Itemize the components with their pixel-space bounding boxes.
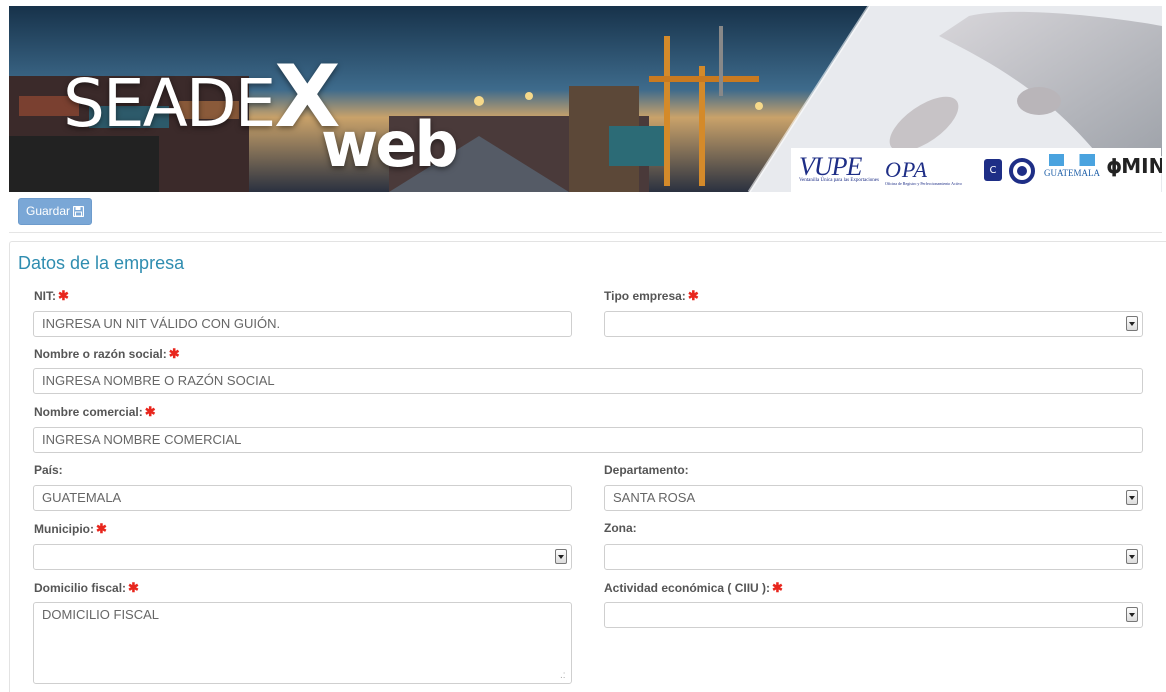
required-asterisk: ✱ <box>772 580 783 595</box>
dropdown-arrow-icon[interactable] <box>1126 316 1138 331</box>
municipio-select[interactable] <box>33 544 572 570</box>
pais-input[interactable]: GUATEMALA <box>33 485 572 511</box>
save-button[interactable]: Guardar <box>18 198 93 225</box>
vupe-logo: VUPE Ventanilla Única para las Exportaci… <box>799 152 879 183</box>
dropdown-arrow-icon[interactable] <box>1126 549 1138 564</box>
required-asterisk: ✱ <box>96 521 107 536</box>
toolbar: Guardar <box>9 192 1162 233</box>
emblem-logo: C <box>984 159 1002 181</box>
dropdown-arrow-icon[interactable] <box>1126 490 1138 505</box>
nombre-comercial-input[interactable]: INGRESA NOMBRE COMERCIAL <box>33 427 1143 453</box>
nombre-comercial-label: Nombre comercial: ✱ <box>34 404 156 419</box>
circle-emblem-logo <box>1009 158 1035 184</box>
dropdown-arrow-icon[interactable] <box>1126 607 1138 622</box>
zona-select[interactable] <box>604 544 1143 570</box>
pais-label: País: <box>34 463 63 477</box>
guatemala-logo: GUATEMALA <box>1043 154 1101 178</box>
partner-logos: VUPE Ventanilla Única para las Exportaci… <box>791 148 1162 192</box>
dropdown-arrow-icon[interactable] <box>555 549 567 564</box>
razon-social-label: Nombre o razón social: ✱ <box>34 346 180 361</box>
actividad-economica-label: Actividad económica ( CIIU ): ✱ <box>604 580 783 595</box>
save-button-label: Guardar <box>26 204 71 218</box>
opa-logo: OPA Oficina de Registro y Perfeccionamie… <box>885 157 962 186</box>
header-banner: SEADEX web VUPE Ventanilla Única para la… <box>9 6 1162 192</box>
razon-social-input[interactable]: INGRESA NOMBRE O RAZÓN SOCIAL <box>33 368 1143 394</box>
domicilio-fiscal-label: Domicilio fiscal: ✱ <box>34 580 139 595</box>
nit-input[interactable]: INGRESA UN NIT VÁLIDO CON GUIÓN. <box>33 311 572 337</box>
domicilio-fiscal-textarea[interactable]: DOMICILIO FISCAL <box>33 602 572 684</box>
zona-label: Zona: <box>604 521 637 535</box>
tipo-empresa-label: Tipo empresa: ✱ <box>604 288 699 303</box>
required-asterisk: ✱ <box>687 288 699 303</box>
required-asterisk: ✱ <box>58 288 69 303</box>
seadex-web-logo: web <box>321 108 459 181</box>
tipo-empresa-select[interactable] <box>604 311 1143 337</box>
nit-label: NIT: ✱ <box>34 288 69 303</box>
actividad-economica-select[interactable] <box>604 602 1143 628</box>
floppy-disk-icon <box>73 206 85 217</box>
section-title: Datos de la empresa <box>18 253 185 273</box>
required-asterisk: ✱ <box>128 580 139 595</box>
municipio-label: Municipio: ✱ <box>34 521 107 536</box>
seadex-logo: SEADEX <box>63 47 341 147</box>
departamento-label: Departamento: <box>604 463 689 477</box>
required-asterisk: ✱ <box>144 404 156 419</box>
departamento-select[interactable]: SANTA ROSA <box>604 485 1143 511</box>
required-asterisk: ✱ <box>168 346 180 361</box>
resize-grip-icon[interactable]: .: <box>560 670 566 681</box>
svg-text:C: C <box>990 165 997 176</box>
min-logo: 𝛟MIN <box>1107 154 1162 178</box>
